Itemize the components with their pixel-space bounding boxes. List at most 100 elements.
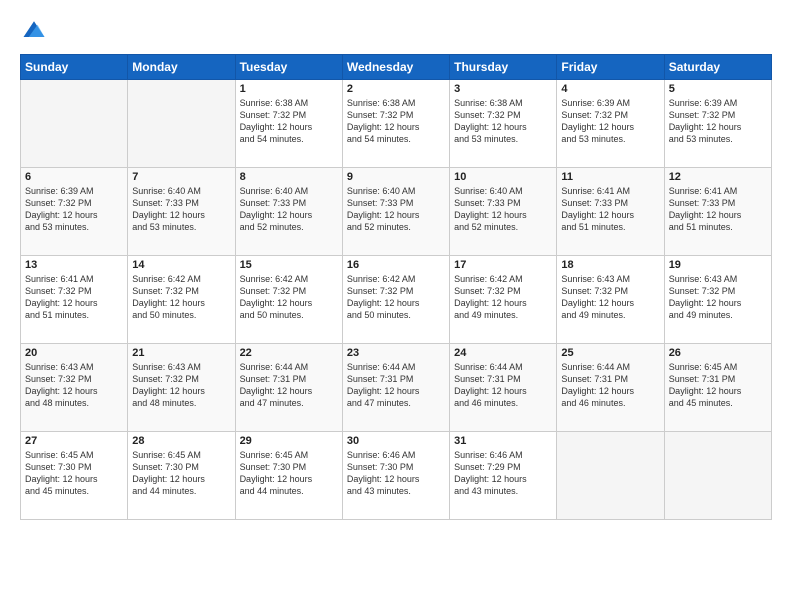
day-info: Sunrise: 6:40 AM Sunset: 7:33 PM Dayligh… [454,185,552,234]
day-info: Sunrise: 6:46 AM Sunset: 7:29 PM Dayligh… [454,449,552,498]
calendar-cell: 13 Sunrise: 6:41 AM Sunset: 7:32 PM Dayli… [21,256,128,344]
calendar-cell: 14Sunrise: 6:42 AM Sunset: 7:32 PM Dayli… [128,256,235,344]
day-number: 13 [25,259,123,271]
calendar-cell: 2 Sunrise: 6:38 AM Sunset: 7:32 PM Daylig… [342,80,449,168]
weekday-header-friday: Friday [557,55,664,80]
week-row-4: 20 Sunrise: 6:43 AM Sunset: 7:32 PM Dayli… [21,344,772,432]
weekday-header-saturday: Saturday [664,55,771,80]
day-number: 25 [561,347,659,359]
day-number: 16 [347,259,445,271]
day-info: Sunrise: 6:39 AM Sunset: 7:32 PM Dayligh… [561,97,659,146]
calendar-cell: 28Sunrise: 6:45 AM Sunset: 7:30 PM Dayli… [128,432,235,520]
calendar-cell: 12 Sunrise: 6:41 AM Sunset: 7:33 PM Dayli… [664,168,771,256]
day-info: Sunrise: 6:45 AM Sunset: 7:30 PM Dayligh… [132,449,230,498]
day-number: 1 [240,83,338,95]
day-number: 30 [347,435,445,447]
day-info: Sunrise: 6:45 AM Sunset: 7:31 PM Dayligh… [669,361,767,410]
day-info: Sunrise: 6:38 AM Sunset: 7:32 PM Dayligh… [347,97,445,146]
logo-icon [20,16,48,44]
weekday-header-row: SundayMondayTuesdayWednesdayThursdayFrid… [21,55,772,80]
calendar-cell: 26Sunrise: 6:45 AM Sunset: 7:31 PM Dayli… [664,344,771,432]
day-number: 17 [454,259,552,271]
day-number: 23 [347,347,445,359]
week-row-1: 1 Sunrise: 6:38 AM Sunset: 7:32 PM Daylig… [21,80,772,168]
day-number: 20 [25,347,123,359]
calendar-cell: 17 Sunrise: 6:42 AM Sunset: 7:32 PM Dayli… [450,256,557,344]
calendar-cell: 30Sunrise: 6:46 AM Sunset: 7:30 PM Dayli… [342,432,449,520]
day-number: 31 [454,435,552,447]
calendar-cell: 20 Sunrise: 6:43 AM Sunset: 7:32 PM Dayli… [21,344,128,432]
day-number: 7 [132,171,230,183]
calendar-cell: 1 Sunrise: 6:38 AM Sunset: 7:32 PM Daylig… [235,80,342,168]
calendar-cell: 10 Sunrise: 6:40 AM Sunset: 7:33 PM Dayli… [450,168,557,256]
calendar-cell: 6Sunrise: 6:39 AM Sunset: 7:32 PM Daylig… [21,168,128,256]
day-number: 12 [669,171,767,183]
day-info: Sunrise: 6:45 AM Sunset: 7:30 PM Dayligh… [25,449,123,498]
weekday-header-wednesday: Wednesday [342,55,449,80]
day-number: 18 [561,259,659,271]
calendar-cell: 25 Sunrise: 6:44 AM Sunset: 7:31 PM Dayli… [557,344,664,432]
day-info: Sunrise: 6:42 AM Sunset: 7:32 PM Dayligh… [347,273,445,322]
day-number: 27 [25,435,123,447]
day-number: 29 [240,435,338,447]
calendar-cell: 4Sunrise: 6:39 AM Sunset: 7:32 PM Daylig… [557,80,664,168]
header [20,16,772,44]
day-info: Sunrise: 6:44 AM Sunset: 7:31 PM Dayligh… [561,361,659,410]
day-number: 22 [240,347,338,359]
day-number: 11 [561,171,659,183]
logo [20,16,52,44]
day-info: Sunrise: 6:40 AM Sunset: 7:33 PM Dayligh… [240,185,338,234]
day-number: 2 [347,83,445,95]
week-row-2: 6Sunrise: 6:39 AM Sunset: 7:32 PM Daylig… [21,168,772,256]
day-info: Sunrise: 6:42 AM Sunset: 7:32 PM Dayligh… [240,273,338,322]
day-info: Sunrise: 6:42 AM Sunset: 7:32 PM Dayligh… [454,273,552,322]
weekday-header-sunday: Sunday [21,55,128,80]
calendar-cell: 22 Sunrise: 6:44 AM Sunset: 7:31 PM Dayli… [235,344,342,432]
day-number: 10 [454,171,552,183]
day-number: 3 [454,83,552,95]
day-info: Sunrise: 6:41 AM Sunset: 7:33 PM Dayligh… [669,185,767,234]
day-info: Sunrise: 6:43 AM Sunset: 7:32 PM Dayligh… [25,361,123,410]
calendar-cell [557,432,664,520]
day-info: Sunrise: 6:44 AM Sunset: 7:31 PM Dayligh… [347,361,445,410]
day-number: 15 [240,259,338,271]
day-info: Sunrise: 6:44 AM Sunset: 7:31 PM Dayligh… [454,361,552,410]
calendar-cell: 19Sunrise: 6:43 AM Sunset: 7:32 PM Dayli… [664,256,771,344]
calendar-cell: 31 Sunrise: 6:46 AM Sunset: 7:29 PM Dayli… [450,432,557,520]
calendar-cell: 23 Sunrise: 6:44 AM Sunset: 7:31 PM Dayli… [342,344,449,432]
calendar-cell [21,80,128,168]
day-info: Sunrise: 6:45 AM Sunset: 7:30 PM Dayligh… [240,449,338,498]
calendar-cell: 7 Sunrise: 6:40 AM Sunset: 7:33 PM Daylig… [128,168,235,256]
week-row-3: 13 Sunrise: 6:41 AM Sunset: 7:32 PM Dayli… [21,256,772,344]
day-number: 6 [25,171,123,183]
day-info: Sunrise: 6:44 AM Sunset: 7:31 PM Dayligh… [240,361,338,410]
calendar-cell: 16 Sunrise: 6:42 AM Sunset: 7:32 PM Dayli… [342,256,449,344]
day-info: Sunrise: 6:40 AM Sunset: 7:33 PM Dayligh… [347,185,445,234]
day-info: Sunrise: 6:38 AM Sunset: 7:32 PM Dayligh… [240,97,338,146]
week-row-5: 27 Sunrise: 6:45 AM Sunset: 7:30 PM Dayli… [21,432,772,520]
day-number: 19 [669,259,767,271]
calendar-cell: 29 Sunrise: 6:45 AM Sunset: 7:30 PM Dayli… [235,432,342,520]
day-info: Sunrise: 6:41 AM Sunset: 7:33 PM Dayligh… [561,185,659,234]
day-number: 21 [132,347,230,359]
calendar-cell: 18Sunrise: 6:43 AM Sunset: 7:32 PM Dayli… [557,256,664,344]
weekday-header-tuesday: Tuesday [235,55,342,80]
calendar-cell: 8 Sunrise: 6:40 AM Sunset: 7:33 PM Daylig… [235,168,342,256]
calendar-cell: 11 Sunrise: 6:41 AM Sunset: 7:33 PM Dayli… [557,168,664,256]
calendar-cell: 21Sunrise: 6:43 AM Sunset: 7:32 PM Dayli… [128,344,235,432]
weekday-header-thursday: Thursday [450,55,557,80]
day-info: Sunrise: 6:39 AM Sunset: 7:32 PM Dayligh… [669,97,767,146]
calendar-cell [128,80,235,168]
day-number: 9 [347,171,445,183]
day-number: 14 [132,259,230,271]
calendar-cell: 15 Sunrise: 6:42 AM Sunset: 7:32 PM Dayli… [235,256,342,344]
day-info: Sunrise: 6:41 AM Sunset: 7:32 PM Dayligh… [25,273,123,322]
day-info: Sunrise: 6:40 AM Sunset: 7:33 PM Dayligh… [132,185,230,234]
calendar-cell: 9 Sunrise: 6:40 AM Sunset: 7:33 PM Daylig… [342,168,449,256]
day-number: 5 [669,83,767,95]
calendar-cell [664,432,771,520]
calendar-table: SundayMondayTuesdayWednesdayThursdayFrid… [20,54,772,520]
day-number: 8 [240,171,338,183]
calendar-cell: 5 Sunrise: 6:39 AM Sunset: 7:32 PM Daylig… [664,80,771,168]
calendar-cell: 24Sunrise: 6:44 AM Sunset: 7:31 PM Dayli… [450,344,557,432]
